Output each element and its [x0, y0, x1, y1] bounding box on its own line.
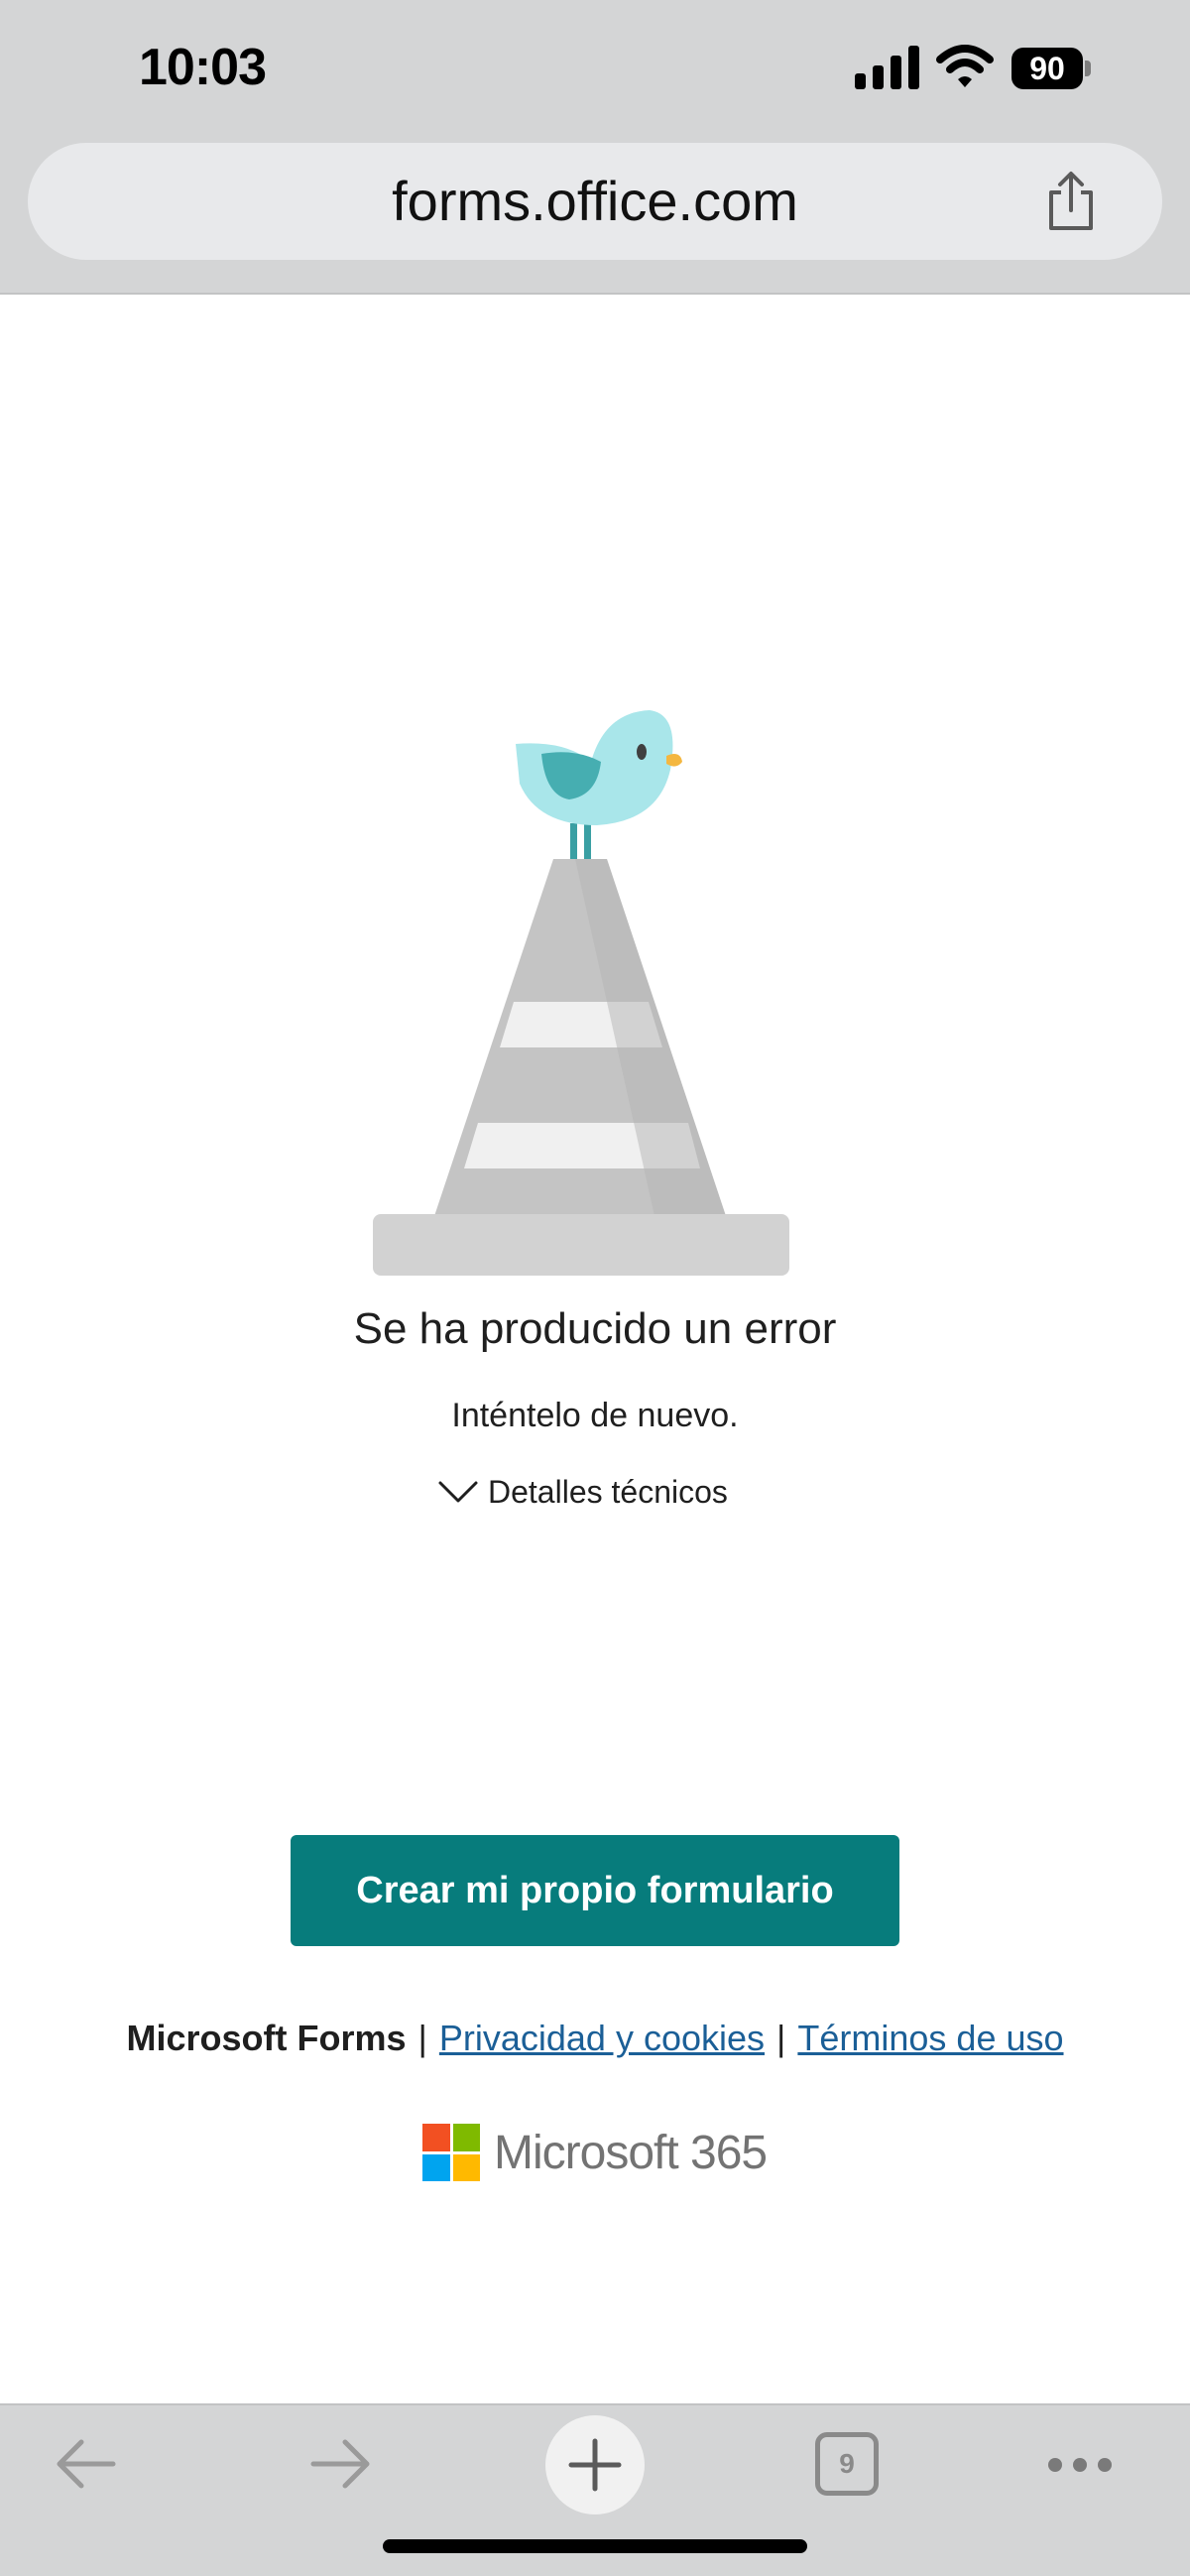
technical-details-label: Detalles técnicos	[488, 1473, 728, 1510]
microsoft-logo-icon	[422, 2124, 480, 2181]
technical-details-toggle[interactable]: Detalles técnicos	[436, 1470, 728, 1514]
cone-with-bird-illustration	[373, 710, 789, 1276]
battery-tip	[1085, 61, 1091, 76]
error-subtitle: Inténtelo de nuevo.	[451, 1397, 739, 1434]
create-form-button[interactable]: Crear mi propio formulario	[291, 1835, 899, 1946]
footer-separator: |	[776, 2018, 786, 2058]
home-indicator	[383, 2539, 807, 2553]
footer-links: Microsoft Forms | Privacidad y cookies | Tér…	[0, 2018, 1190, 2059]
microsoft-365-text: Microsoft 365	[494, 2126, 768, 2179]
privacy-link[interactable]: Privacidad y cookies	[439, 2018, 765, 2058]
status-time: 10:03	[139, 39, 267, 96]
microsoft-365-logo: Microsoft 365	[422, 2123, 768, 2182]
plus-icon	[568, 2438, 622, 2492]
chevron-down-icon	[438, 1481, 478, 1503]
terms-link[interactable]: Términos de uso	[797, 2018, 1063, 2058]
footer-separator: |	[417, 2018, 427, 2058]
error-title: Se ha producido un error	[353, 1304, 837, 1353]
tab-count: 9	[839, 2448, 855, 2479]
new-tab-button[interactable]	[545, 2415, 645, 2515]
battery-level: 90	[1029, 50, 1065, 86]
share-icon[interactable]	[1041, 171, 1101, 232]
forward-arrow-icon[interactable]	[305, 2434, 375, 2494]
tabs-button[interactable]: 9	[815, 2432, 879, 2496]
battery-body: 90	[1012, 48, 1083, 89]
back-arrow-icon[interactable]	[52, 2434, 121, 2494]
wifi-icon	[936, 45, 994, 87]
battery-icon: 90	[1012, 48, 1091, 89]
more-icon[interactable]	[1045, 2450, 1115, 2480]
signal-icon	[855, 46, 919, 89]
url-text[interactable]: forms.office.com	[28, 143, 1162, 260]
address-bar[interactable]: forms.office.com	[28, 143, 1162, 260]
footer-brand: Microsoft Forms	[126, 2018, 407, 2058]
